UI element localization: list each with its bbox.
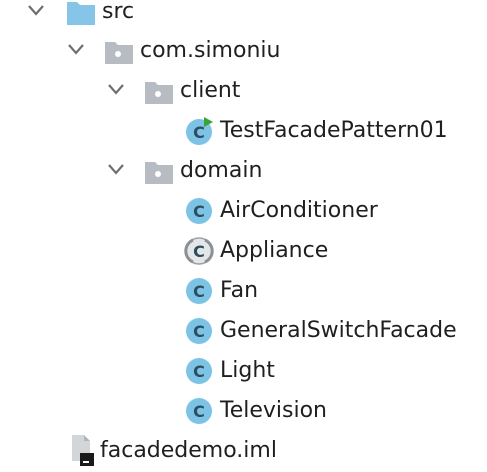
- tree-node-label: facadedemo.iml: [100, 438, 277, 463]
- class-icon: C: [184, 276, 214, 306]
- svg-text:C: C: [193, 402, 205, 421]
- tree-node-class[interactable]: C Appliance: [0, 231, 487, 271]
- tree-node-label: src: [102, 0, 135, 24]
- tree-node-label: TestFacadePattern01: [220, 118, 448, 143]
- tree-node-client[interactable]: client: [0, 71, 487, 111]
- svg-text:C: C: [193, 282, 205, 301]
- class-icon: C: [184, 396, 214, 426]
- project-tree: src com.simoniu client C TestFacadePatte: [0, 0, 487, 472]
- tree-node-src[interactable]: src: [0, 0, 487, 32]
- package-folder-icon: [144, 156, 174, 186]
- tree-node-label: Television: [220, 398, 327, 423]
- tree-node-package[interactable]: com.simoniu: [0, 31, 487, 71]
- source-folder-icon: [66, 0, 96, 27]
- tree-node-label: GeneralSwitchFacade: [220, 318, 457, 343]
- chevron-down-icon[interactable]: [66, 39, 86, 59]
- iml-file-icon: [66, 433, 96, 466]
- svg-text:C: C: [193, 322, 205, 341]
- chevron-down-icon[interactable]: [106, 159, 126, 179]
- tree-node-label: Light: [220, 358, 275, 383]
- tree-node-label: com.simoniu: [140, 38, 281, 63]
- abstract-class-icon: C: [184, 236, 214, 266]
- tree-node-class[interactable]: C Fan: [0, 271, 487, 311]
- tree-node-class[interactable]: C Television: [0, 391, 487, 431]
- tree-node-label: client: [180, 78, 241, 103]
- class-icon: C: [184, 316, 214, 346]
- class-icon: C: [184, 356, 214, 386]
- tree-node-label: AirConditioner: [220, 198, 378, 223]
- class-icon: C: [184, 196, 214, 226]
- tree-node-iml-file[interactable]: facadedemo.iml: [0, 431, 487, 471]
- tree-node-label: domain: [180, 158, 263, 183]
- tree-node-class[interactable]: C AirConditioner: [0, 191, 487, 231]
- runnable-class-icon: C: [184, 116, 214, 146]
- package-folder-icon: [144, 76, 174, 106]
- tree-node-label: Fan: [220, 278, 259, 303]
- package-folder-icon: [104, 36, 134, 66]
- svg-text:C: C: [193, 362, 205, 381]
- svg-text:C: C: [193, 242, 205, 261]
- tree-node-label: Appliance: [220, 238, 329, 263]
- tree-node-class[interactable]: C GeneralSwitchFacade: [0, 311, 487, 351]
- chevron-down-icon[interactable]: [26, 0, 46, 20]
- svg-text:C: C: [193, 123, 205, 142]
- tree-node-class[interactable]: C Light: [0, 351, 487, 391]
- svg-text:C: C: [193, 202, 205, 221]
- tree-node-domain[interactable]: domain: [0, 151, 487, 191]
- tree-node-test-class[interactable]: C TestFacadePattern01: [0, 111, 487, 151]
- chevron-down-icon[interactable]: [106, 79, 126, 99]
